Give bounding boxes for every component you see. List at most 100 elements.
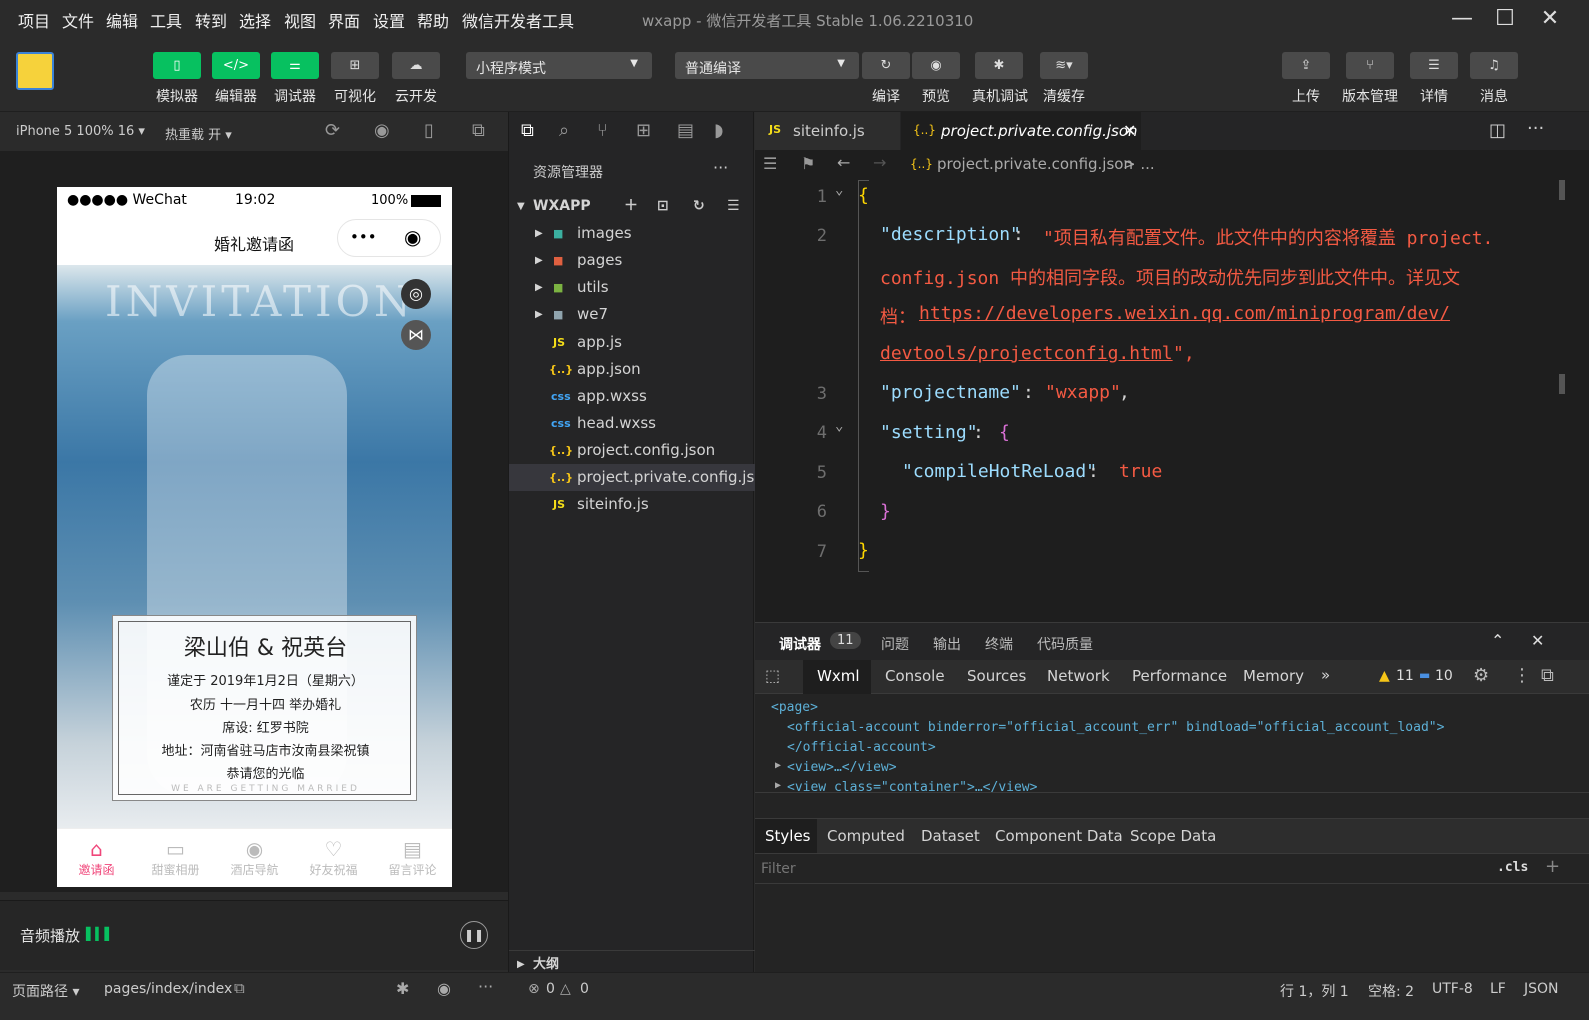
close-tab-icon[interactable]: ✕	[1123, 121, 1136, 140]
add-rule-icon[interactable]: +	[1545, 856, 1560, 877]
menu-view[interactable]: 视图	[284, 8, 316, 32]
tab-component-data[interactable]: Component Data	[995, 827, 1123, 845]
page-path-select[interactable]: 页面路径 ▾	[12, 981, 79, 1001]
tab-scope-data[interactable]: Scope Data	[1130, 827, 1216, 845]
more-icon[interactable]: ···	[478, 977, 493, 996]
breadcrumb-more[interactable]: > ...	[1123, 155, 1155, 173]
forward-icon[interactable]: →	[873, 153, 886, 172]
cursor-position[interactable]: 行 1，列 1	[1280, 981, 1349, 1001]
dom-node-official-account-close[interactable]: </official-account>	[787, 740, 936, 755]
folder-images[interactable]: ▶ ■ images	[509, 220, 755, 247]
pause-icon[interactable]: ❚❚	[460, 921, 488, 949]
file-app-json[interactable]: {..} app.json	[509, 356, 755, 383]
code-link[interactable]: https://developers.weixin.qq.com/minipro…	[919, 303, 1450, 324]
menu-select[interactable]: 选择	[239, 8, 271, 32]
dock-icon[interactable]: ⧉	[1541, 665, 1554, 686]
menu-goto[interactable]: 转到	[195, 8, 227, 32]
error-count[interactable]: 0	[546, 981, 555, 997]
expand-icon[interactable]: ▶	[775, 780, 781, 791]
real-debug-button[interactable]: ✱	[975, 52, 1023, 79]
extensions-icon[interactable]: ⊞	[636, 120, 651, 141]
file-app-wxss[interactable]: css app.wxss	[509, 383, 755, 410]
more-icon[interactable]: ···	[1527, 118, 1544, 139]
breadcrumb-file[interactable]: project.private.config.json	[937, 155, 1133, 173]
scrollbar-thumb[interactable]	[1559, 180, 1565, 200]
stop-icon[interactable]: ◉	[374, 120, 390, 141]
upload-button[interactable]: ⇪	[1282, 52, 1330, 79]
tab-wxml[interactable]: Wxml	[803, 660, 871, 694]
menu-file[interactable]: 文件	[62, 8, 94, 32]
bug-icon[interactable]: ✱	[396, 979, 409, 998]
tab-project-private-config-json[interactable]: {..} project.private.config.json ✕	[901, 112, 1141, 150]
tab-comments[interactable]: ▤ 留言评论	[373, 829, 452, 887]
tab-memory[interactable]: Memory	[1243, 667, 1304, 685]
warning-count[interactable]: 11	[1396, 668, 1414, 684]
menu-edit[interactable]: 编辑	[106, 8, 138, 32]
new-file-icon[interactable]: ＋	[624, 193, 638, 220]
file-project-config-json[interactable]: {..} project.config.json	[509, 437, 755, 464]
back-icon[interactable]: ←	[837, 153, 850, 172]
filter-input[interactable]	[761, 858, 1481, 880]
split-editor-icon[interactable]: ◫	[1489, 120, 1506, 141]
messages-button[interactable]: ♫	[1470, 52, 1518, 79]
menu-settings[interactable]: 设置	[373, 8, 405, 32]
tab-console[interactable]: Console	[885, 667, 945, 685]
expand-icon[interactable]: ▶	[775, 760, 781, 771]
maximize-icon[interactable]: ☐	[1485, 4, 1525, 34]
tab-invitation[interactable]: ⌂ 邀请函	[57, 829, 136, 887]
tab-styles[interactable]: Styles	[755, 819, 817, 853]
simulator-button[interactable]: ▯	[153, 52, 201, 79]
maximize-panel-icon[interactable]: ⌃	[1491, 631, 1504, 650]
file-head-wxss[interactable]: css head.wxss	[509, 410, 755, 437]
share-icon[interactable]: ⋈	[401, 320, 431, 350]
panel-tab-code-quality[interactable]: 代码质量	[1037, 634, 1093, 654]
cloud-button[interactable]: ☁	[392, 52, 440, 79]
docker-icon[interactable]: ◗	[714, 120, 723, 141]
more-dots-icon[interactable]: •••	[350, 228, 377, 246]
line-ending[interactable]: LF	[1490, 981, 1506, 997]
tab-dataset[interactable]: Dataset	[921, 827, 980, 845]
minimize-icon[interactable]: —	[1442, 4, 1482, 34]
code-link[interactable]: devtools/projectconfig.html	[880, 343, 1173, 364]
folder-utils[interactable]: ▶ ■ utils	[509, 274, 755, 301]
close-icon[interactable]: ✕	[1530, 4, 1570, 34]
preview-button[interactable]: ◉	[912, 52, 960, 79]
hot-reload-select[interactable]: 热重载 开 ▾	[165, 124, 232, 143]
files-icon[interactable]: ⧉	[521, 120, 534, 141]
list-icon[interactable]: ☰	[763, 154, 777, 173]
collapse-icon[interactable]: ☰	[727, 193, 740, 220]
panel-tab-debugger[interactable]: 调试器	[779, 634, 821, 654]
rotate-icon[interactable]: ⟳	[325, 120, 340, 141]
file-siteinfo-js[interactable]: JS siteinfo.js	[509, 491, 755, 518]
panel-tab-output[interactable]: 输出	[933, 634, 961, 654]
clear-cache-button[interactable]: ≋▾	[1040, 52, 1088, 79]
mode-select[interactable]: 小程序模式 ▼	[466, 52, 652, 79]
details-button[interactable]: ☰	[1410, 52, 1458, 79]
dom-node-page[interactable]: <page>	[771, 700, 818, 715]
file-app-js[interactable]: JS app.js	[509, 329, 755, 356]
editor-button[interactable]: </>	[212, 52, 260, 79]
tab-siteinfo-js[interactable]: JS siteinfo.js	[755, 112, 900, 150]
bookmark-icon[interactable]: ⚑	[801, 154, 815, 173]
cls-toggle[interactable]: .cls	[1497, 860, 1528, 875]
search-icon[interactable]: ⌕	[559, 120, 569, 141]
tab-network[interactable]: Network	[1047, 667, 1110, 685]
tab-performance[interactable]: Performance	[1132, 667, 1227, 685]
dom-node-container[interactable]: <view class="container">…</view>	[787, 780, 1037, 792]
encoding[interactable]: UTF-8	[1432, 981, 1473, 997]
close-panel-icon[interactable]: ✕	[1531, 631, 1544, 650]
window-icon[interactable]: ⧉	[472, 120, 485, 141]
compile-select[interactable]: 普通编译 ▼	[675, 52, 859, 79]
eye-icon[interactable]: ◉	[437, 979, 451, 998]
menu-project[interactable]: 项目	[18, 8, 50, 32]
phone-icon[interactable]: ▯	[424, 120, 434, 141]
settings-gear-icon[interactable]: ⚙	[1473, 665, 1489, 686]
tab-computed[interactable]: Computed	[827, 827, 905, 845]
menu-help[interactable]: 帮助	[417, 8, 449, 32]
debugger-button[interactable]: ⚌	[271, 52, 319, 79]
code-editor[interactable]: 1 2 3 4 5 6 7 ⌄ ⌄ { "description": "项目私有…	[755, 180, 1589, 622]
tab-wishes[interactable]: ♡ 好友祝福	[294, 829, 373, 887]
version-button[interactable]: ⑂	[1346, 52, 1394, 79]
copy-icon[interactable]: ⧉	[234, 979, 245, 997]
fold-chevron-icon[interactable]: ⌄	[835, 418, 843, 434]
